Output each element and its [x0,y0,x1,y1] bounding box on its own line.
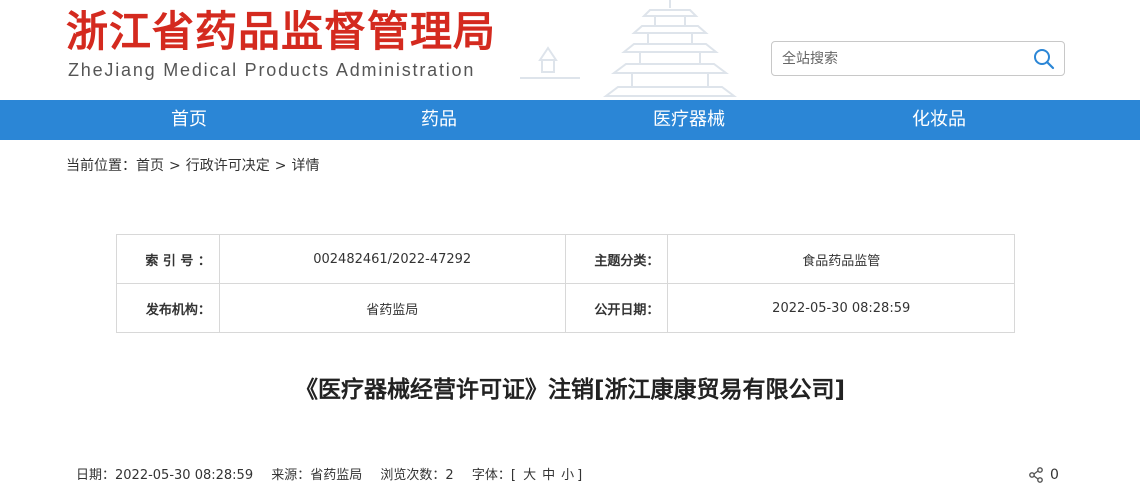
site-logo-subtitle: ZheJiang Medical Products Administration [68,60,476,80]
fontsize-bracket-open: [ [510,468,516,483]
index-value: 002482461/2022-47292 [218,234,566,284]
breadcrumb: 当前位置：首页 > 行政许可决定 > 详情 [66,156,319,176]
meta-source-value: 省药监局 [310,468,363,483]
meta-views-label: 浏览次数： [380,468,446,483]
index-label: 索 引 号 ： [116,234,220,284]
document-info-table: 索 引 号 ： 002482461/2022-47292 主题分类： 食品药品监… [116,234,1015,333]
nav-item-home[interactable]: 首页 [109,100,269,140]
meta-date-value: 2022-05-30 08:28:59 [115,468,254,483]
category-value: 食品药品监管 [667,234,1015,284]
meta-source-label: 来源： [271,468,311,483]
meta-date-label: 日期： [76,468,116,483]
meta-fontsize-label: 字体： [471,468,511,483]
nav-item-drugs[interactable]: 药品 [359,100,519,140]
article-title: 《医疗器械经营许可证》注销[浙江康康贸易有限公司] [294,377,846,403]
article-meta: 日期：2022-05-30 08:28:59 来源：省药监局 浏览次数：2 字体… [76,466,582,486]
fontsize-bracket-close: ] [577,468,583,483]
search-box [771,41,1065,76]
table-row: 索 引 号 ： 002482461/2022-47292 主题分类： 食品药品监… [116,234,1015,284]
breadcrumb-current: 详情 [291,158,320,174]
main-nav: 首页 药品 医疗器械 化妆品 [0,100,1140,140]
breadcrumb-separator: > [169,158,181,174]
nav-item-cosmetics[interactable]: 化妆品 [859,100,1019,140]
site-header: 浙江省药品监督管理局 ZheJiang Medical Products Adm… [0,0,1140,100]
share-count: 0 [1050,467,1059,483]
search-input[interactable] [782,48,1022,70]
publisher-label: 发布机构： [116,283,220,333]
publish-date-value: 2022-05-30 08:28:59 [667,283,1015,333]
fontsize-small-button[interactable]: 小 [558,466,577,486]
fontsize-large-button[interactable]: 大 [520,466,539,486]
table-row: 发布机构： 省药监局 公开日期： 2022-05-30 08:28:59 [116,283,1015,333]
breadcrumb-prefix: 当前位置： [66,158,136,174]
breadcrumb-home[interactable]: 首页 [136,158,164,174]
search-icon[interactable] [1032,47,1056,71]
publish-date-label: 公开日期： [564,283,669,333]
breadcrumb-admin-license[interactable]: 行政许可决定 [186,158,270,174]
nav-item-medical-devices[interactable]: 医疗器械 [609,100,769,140]
pagoda-watermark [520,0,737,97]
publisher-value: 省药监局 [218,283,566,333]
category-label: 主题分类： [564,234,669,284]
share-icon[interactable] [1028,467,1044,483]
breadcrumb-separator: > [274,158,287,174]
meta-views-value: 2 [445,468,454,483]
site-logo-title[interactable]: 浙江省药品监督管理局 [66,6,496,58]
fontsize-medium-button[interactable]: 中 [539,466,558,486]
